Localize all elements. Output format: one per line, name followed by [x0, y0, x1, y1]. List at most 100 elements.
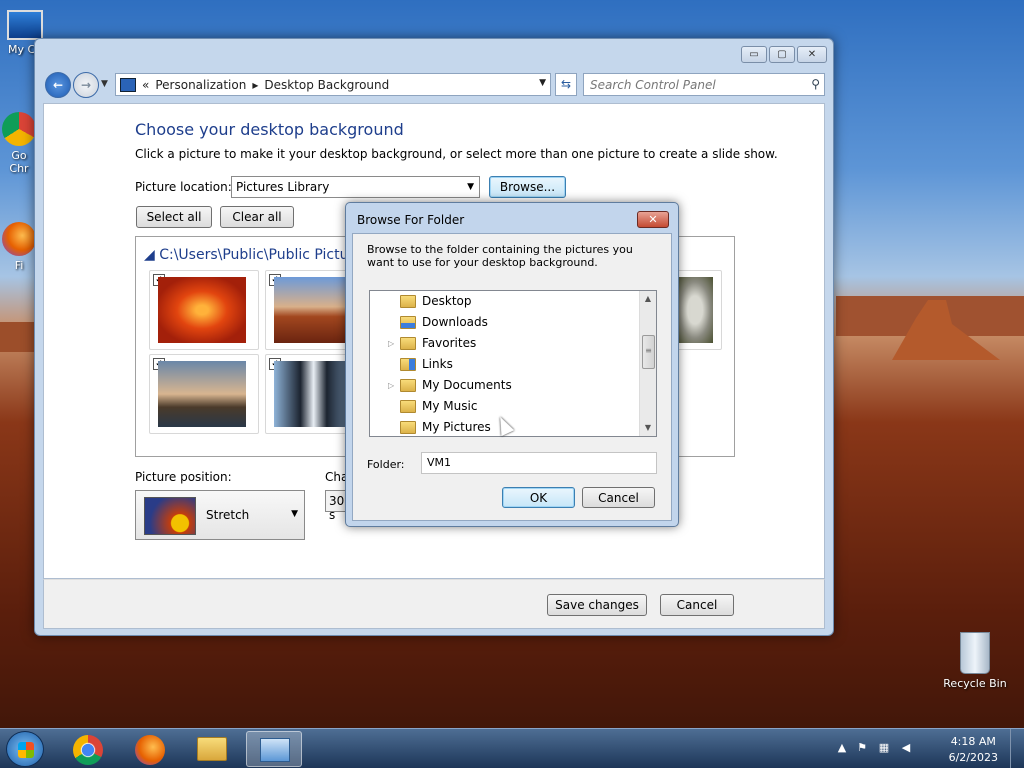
folder-group-header[interactable]: ◢ C:\Users\Public\Public Pictures: [144, 247, 370, 263]
tree-item-label: My Music: [422, 399, 478, 413]
folder-tree[interactable]: Desktop Downloads ▷ Favorites Links ▷ My…: [369, 290, 657, 437]
tree-item-label: My Pictures: [422, 420, 491, 434]
recent-pages-dropdown[interactable]: ▼: [101, 79, 108, 89]
dialog-description: Browse to the folder containing the pict…: [367, 243, 633, 269]
pictures-folder-icon: [400, 420, 416, 434]
documents-folder-icon: [400, 378, 416, 392]
tree-item-my-pictures[interactable]: My Pictures: [370, 417, 491, 436]
select-all-button[interactable]: Select all: [136, 206, 212, 228]
taskbar: ▲ ⚑ ▦ ◀ 4:18 AM 6/2/2023: [0, 728, 1024, 768]
desktop-icon-label: Go Chr: [9, 149, 29, 175]
folder-field[interactable]: VM1: [421, 452, 657, 474]
flower-image: [158, 277, 246, 343]
recycle-bin-icon: [960, 632, 990, 674]
tree-item-label: Desktop: [422, 294, 472, 308]
forward-button[interactable]: →: [73, 72, 99, 98]
picture-location-value: Pictures Library: [236, 180, 330, 194]
chrome-icon: [2, 112, 36, 146]
downloads-folder-icon: [400, 315, 416, 329]
volume-muted-icon[interactable]: ◀: [898, 741, 914, 756]
picture-location-dropdown[interactable]: Pictures Library ▼: [231, 176, 480, 198]
expand-arrow-icon[interactable]: ▷: [388, 381, 398, 390]
network-icon[interactable]: ▦: [876, 741, 892, 756]
cancel-button[interactable]: Cancel: [660, 594, 734, 616]
chevron-down-icon: ▼: [291, 509, 298, 519]
scroll-down-icon[interactable]: ▼: [640, 420, 656, 436]
picture-thumbnail[interactable]: ✓: [149, 270, 259, 350]
tree-item-label: Links: [422, 357, 453, 371]
forward-arrow-icon: →: [80, 78, 92, 92]
caption-buttons: ▭ ▢ ✕: [741, 46, 827, 63]
windows-logo-icon: [18, 742, 34, 758]
firefox-icon: [135, 735, 165, 765]
dialog-cancel-button[interactable]: Cancel: [582, 487, 655, 508]
tree-item-downloads[interactable]: Downloads: [370, 312, 488, 332]
folder-path-text: C:\Users\Public\Public Pictures: [159, 247, 370, 263]
desktop-icon-recycle-bin[interactable]: Recycle Bin: [940, 632, 1010, 690]
control-panel-icon: [120, 77, 136, 92]
address-bar[interactable]: « Personalization ▸ Desktop Background ▼: [115, 73, 551, 96]
tree-item-favorites[interactable]: ▷ Favorites: [370, 333, 476, 353]
links-folder-icon: [400, 357, 416, 371]
tree-item-my-music[interactable]: My Music: [370, 396, 477, 416]
dialog-body: Browse to the folder containing the pict…: [352, 233, 672, 521]
chevron-down-icon: ▼: [467, 182, 474, 192]
position-preview-image: [144, 497, 196, 535]
tree-item-label: Favorites: [422, 336, 477, 350]
ok-button[interactable]: OK: [502, 487, 575, 508]
page-title: Choose your desktop background: [135, 120, 404, 139]
browse-button[interactable]: Browse...: [489, 176, 566, 198]
show-hidden-icons-icon[interactable]: ▲: [834, 741, 850, 756]
tree-item-my-documents[interactable]: ▷ My Documents: [370, 375, 512, 395]
refresh-button[interactable]: ⇆: [555, 73, 577, 96]
firefox-icon: [2, 222, 36, 256]
picture-thumbnail[interactable]: ✓: [149, 354, 259, 434]
breadcrumb-arrow[interactable]: ▸: [252, 78, 258, 92]
computer-icon: [7, 10, 43, 40]
clock-date: 6/2/2023: [948, 751, 998, 764]
start-button[interactable]: [6, 731, 44, 767]
desktop-icon-label: Fi: [14, 259, 24, 272]
maximize-button[interactable]: ▢: [769, 46, 795, 63]
breadcrumb-personalization[interactable]: Personalization: [155, 78, 246, 92]
navigation-bar: ← → ▼ « Personalization ▸ Desktop Backgr…: [43, 71, 825, 99]
scroll-up-icon[interactable]: ▲: [640, 291, 656, 307]
tree-item-label: My Documents: [422, 378, 512, 392]
taskbar-control-panel[interactable]: [246, 731, 302, 767]
favorites-folder-icon: [400, 336, 416, 350]
tree-item-links[interactable]: Links: [370, 354, 453, 374]
picture-position-dropdown[interactable]: Stretch ▼: [135, 490, 305, 540]
search-placeholder: Search Control Panel: [590, 78, 716, 92]
search-input[interactable]: Search Control Panel ⚲: [583, 73, 825, 96]
system-tray: ▲ ⚑ ▦ ◀ 4:18 AM 6/2/2023: [834, 729, 1024, 768]
page-subtitle: Click a picture to make it your desktop …: [135, 147, 778, 161]
clear-all-button[interactable]: Clear all: [220, 206, 294, 228]
minimize-button[interactable]: ▭: [741, 46, 767, 63]
breadcrumb-desktop-background[interactable]: Desktop Background: [264, 78, 389, 92]
address-dropdown-icon[interactable]: ▼: [539, 78, 546, 88]
chrome-icon: [73, 735, 103, 765]
back-arrow-icon: ←: [52, 78, 64, 92]
close-button[interactable]: ✕: [797, 46, 827, 63]
taskbar-explorer[interactable]: [184, 731, 240, 767]
refresh-icon: ⇆: [560, 77, 572, 91]
action-center-flag-icon[interactable]: ⚑: [854, 741, 870, 756]
clock[interactable]: 4:18 AM 6/2/2023: [949, 734, 998, 766]
show-desktop-button[interactable]: [1010, 729, 1024, 768]
scroll-thumb[interactable]: ≡: [642, 335, 655, 369]
tree-scrollbar[interactable]: ▲ ≡ ▼: [639, 291, 656, 436]
footer-bar: Save changes Cancel: [43, 579, 825, 629]
back-button[interactable]: ←: [45, 72, 71, 98]
control-panel-icon: [260, 738, 290, 762]
koala-image: [677, 277, 713, 343]
dialog-close-button[interactable]: ✕: [637, 211, 669, 228]
folder-icon: [400, 294, 416, 308]
expand-arrow-icon[interactable]: ▷: [388, 339, 398, 348]
taskbar-firefox[interactable]: [122, 731, 178, 767]
taskbar-chrome[interactable]: [60, 731, 116, 767]
folder-icon: [197, 737, 227, 761]
search-icon[interactable]: ⚲: [811, 77, 820, 91]
browse-for-folder-dialog: Browse For Folder ✕ Browse to the folder…: [345, 202, 679, 527]
tree-item-desktop[interactable]: Desktop: [370, 291, 472, 311]
save-changes-button[interactable]: Save changes: [547, 594, 647, 616]
